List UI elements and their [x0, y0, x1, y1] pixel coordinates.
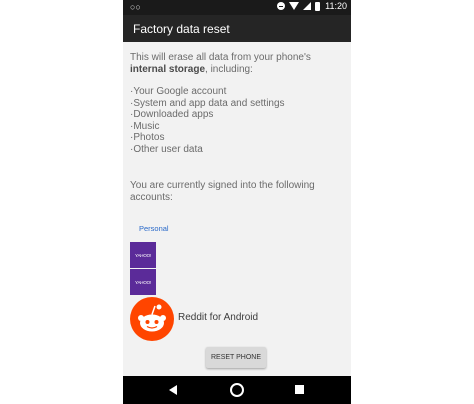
erase-item: ·Photos [130, 132, 165, 143]
battery-icon [315, 1, 321, 11]
status-bar: ○○ 11:20 [123, 0, 351, 15]
reset-content: This will erase all data from your phone… [123, 42, 351, 376]
yahoo-account-icon: YAHOO! [130, 242, 156, 268]
app-bar: Factory data reset [123, 15, 351, 42]
reddit-icon [130, 297, 174, 341]
signal-icon [303, 2, 312, 10]
reset-phone-button[interactable]: RESET PHONE [206, 347, 266, 368]
home-icon[interactable] [230, 383, 244, 397]
clock-time: 11:20 [325, 1, 347, 11]
reddit-account-label: Reddit for Android [178, 312, 259, 323]
do-not-disturb-icon [277, 2, 286, 10]
navigation-bar [123, 376, 351, 404]
intro-text-line2: internal storage, including: [130, 64, 253, 76]
status-icons: 11:20 [277, 1, 347, 11]
intro-bold-text: internal storage [130, 64, 206, 75]
signed-in-text-line1: You are currently signed into the follow… [130, 180, 315, 191]
erase-item: ·Music [130, 120, 160, 132]
wifi-icon [289, 2, 300, 10]
intro-rest-text: , including: [205, 64, 253, 75]
erase-item: ·System and app data and settings [130, 97, 285, 109]
intro-text-line1: This will erase all data from your phone… [130, 52, 311, 63]
erase-item: ·Downloaded apps [130, 109, 214, 120]
page-title: Factory data reset [133, 22, 230, 36]
phone-screen: ○○ 11:20 Factory data reset This will er… [123, 0, 351, 404]
signed-in-text-line2: accounts: [130, 192, 173, 203]
erase-item: ·Your Google account [130, 86, 227, 97]
account-personal-label: Personal [139, 224, 169, 233]
yahoo-account-icon: YAHOO! [130, 269, 156, 295]
recents-icon[interactable] [295, 385, 304, 394]
erase-item: ·Other user data [130, 143, 203, 155]
back-icon[interactable] [169, 385, 177, 395]
voicemail-icon: ○○ [130, 2, 141, 12]
